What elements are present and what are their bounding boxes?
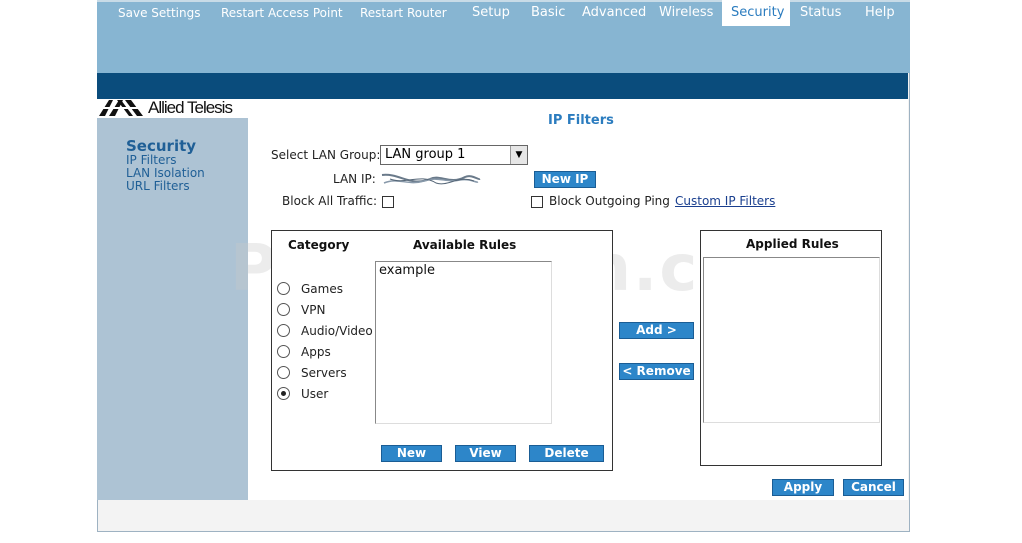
- category-radio-user[interactable]: [277, 387, 290, 400]
- category-radio-audio-video[interactable]: [277, 324, 290, 337]
- delete-rule-button[interactable]: Delete: [529, 445, 604, 462]
- lan-ip-label: LAN IP:: [333, 172, 376, 186]
- allied-telesis-logo-icon: [97, 100, 145, 116]
- add-rule-button[interactable]: Add >: [619, 322, 694, 339]
- nav-wireless[interactable]: Wireless: [659, 0, 713, 26]
- nav-basic[interactable]: Basic: [531, 0, 565, 26]
- nav-setup[interactable]: Setup: [472, 0, 510, 26]
- sidebar-item-ip-filters[interactable]: IP Filters: [126, 153, 177, 167]
- category-label-apps: Apps: [301, 345, 331, 359]
- chevron-down-icon[interactable]: ▼: [510, 146, 527, 164]
- category-label-user: User: [301, 387, 329, 401]
- available-rules-list[interactable]: [375, 261, 552, 424]
- applied-rules-header: Applied Rules: [746, 237, 839, 251]
- nav-restart-access-point[interactable]: Restart Access Point: [221, 0, 343, 26]
- block-all-traffic-checkbox[interactable]: [382, 196, 394, 208]
- nav-status[interactable]: Status: [800, 0, 841, 26]
- available-rules-header: Available Rules: [413, 238, 517, 252]
- lan-group-value: LAN group 1: [385, 147, 466, 162]
- nav-help[interactable]: Help: [865, 0, 895, 26]
- category-label-games: Games: [301, 282, 343, 296]
- sidebar-item-lan-isolation[interactable]: LAN Isolation: [126, 166, 205, 180]
- sidebar-item-url-filters[interactable]: URL Filters: [126, 179, 190, 193]
- category-header: Category: [288, 238, 350, 252]
- category-radio-servers[interactable]: [277, 366, 290, 379]
- block-outgoing-ping-label: Block Outgoing Ping: [549, 194, 670, 208]
- new-ip-button[interactable]: New IP: [534, 171, 596, 188]
- lan-group-select[interactable]: LAN group 1 ▼: [380, 145, 528, 165]
- category-radio-vpn[interactable]: [277, 303, 290, 316]
- nav-restart-router[interactable]: Restart Router: [360, 0, 447, 26]
- category-label-vpn: VPN: [301, 303, 326, 317]
- category-label-audio-video: Audio/Video: [301, 324, 373, 338]
- nav-advanced[interactable]: Advanced: [582, 0, 646, 26]
- category-radio-apps[interactable]: [277, 345, 290, 358]
- view-rule-button[interactable]: View: [455, 445, 516, 462]
- cancel-button[interactable]: Cancel: [843, 479, 904, 496]
- remove-rule-button[interactable]: < Remove: [619, 363, 694, 380]
- block-outgoing-ping-checkbox[interactable]: [531, 196, 543, 208]
- new-rule-button[interactable]: New: [381, 445, 442, 462]
- list-item[interactable]: example: [379, 263, 435, 278]
- lan-group-label: Select LAN Group:: [271, 148, 381, 162]
- top-nav: [97, 73, 908, 99]
- block-all-traffic-label: Block All Traffic:: [282, 194, 378, 208]
- category-radio-games[interactable]: [277, 282, 290, 295]
- apply-button[interactable]: Apply: [772, 479, 834, 496]
- custom-ip-filters-link[interactable]: Custom IP Filters: [675, 194, 775, 208]
- logo-text: Allied Telesis: [148, 98, 233, 117]
- nav-save-settings[interactable]: Save Settings: [118, 0, 201, 26]
- nav-security[interactable]: Security: [722, 0, 790, 26]
- applied-rules-list[interactable]: [703, 257, 880, 423]
- page-title: IP Filters: [548, 113, 614, 128]
- redacted-ip-scribble: [381, 173, 481, 185]
- category-label-servers: Servers: [301, 366, 347, 380]
